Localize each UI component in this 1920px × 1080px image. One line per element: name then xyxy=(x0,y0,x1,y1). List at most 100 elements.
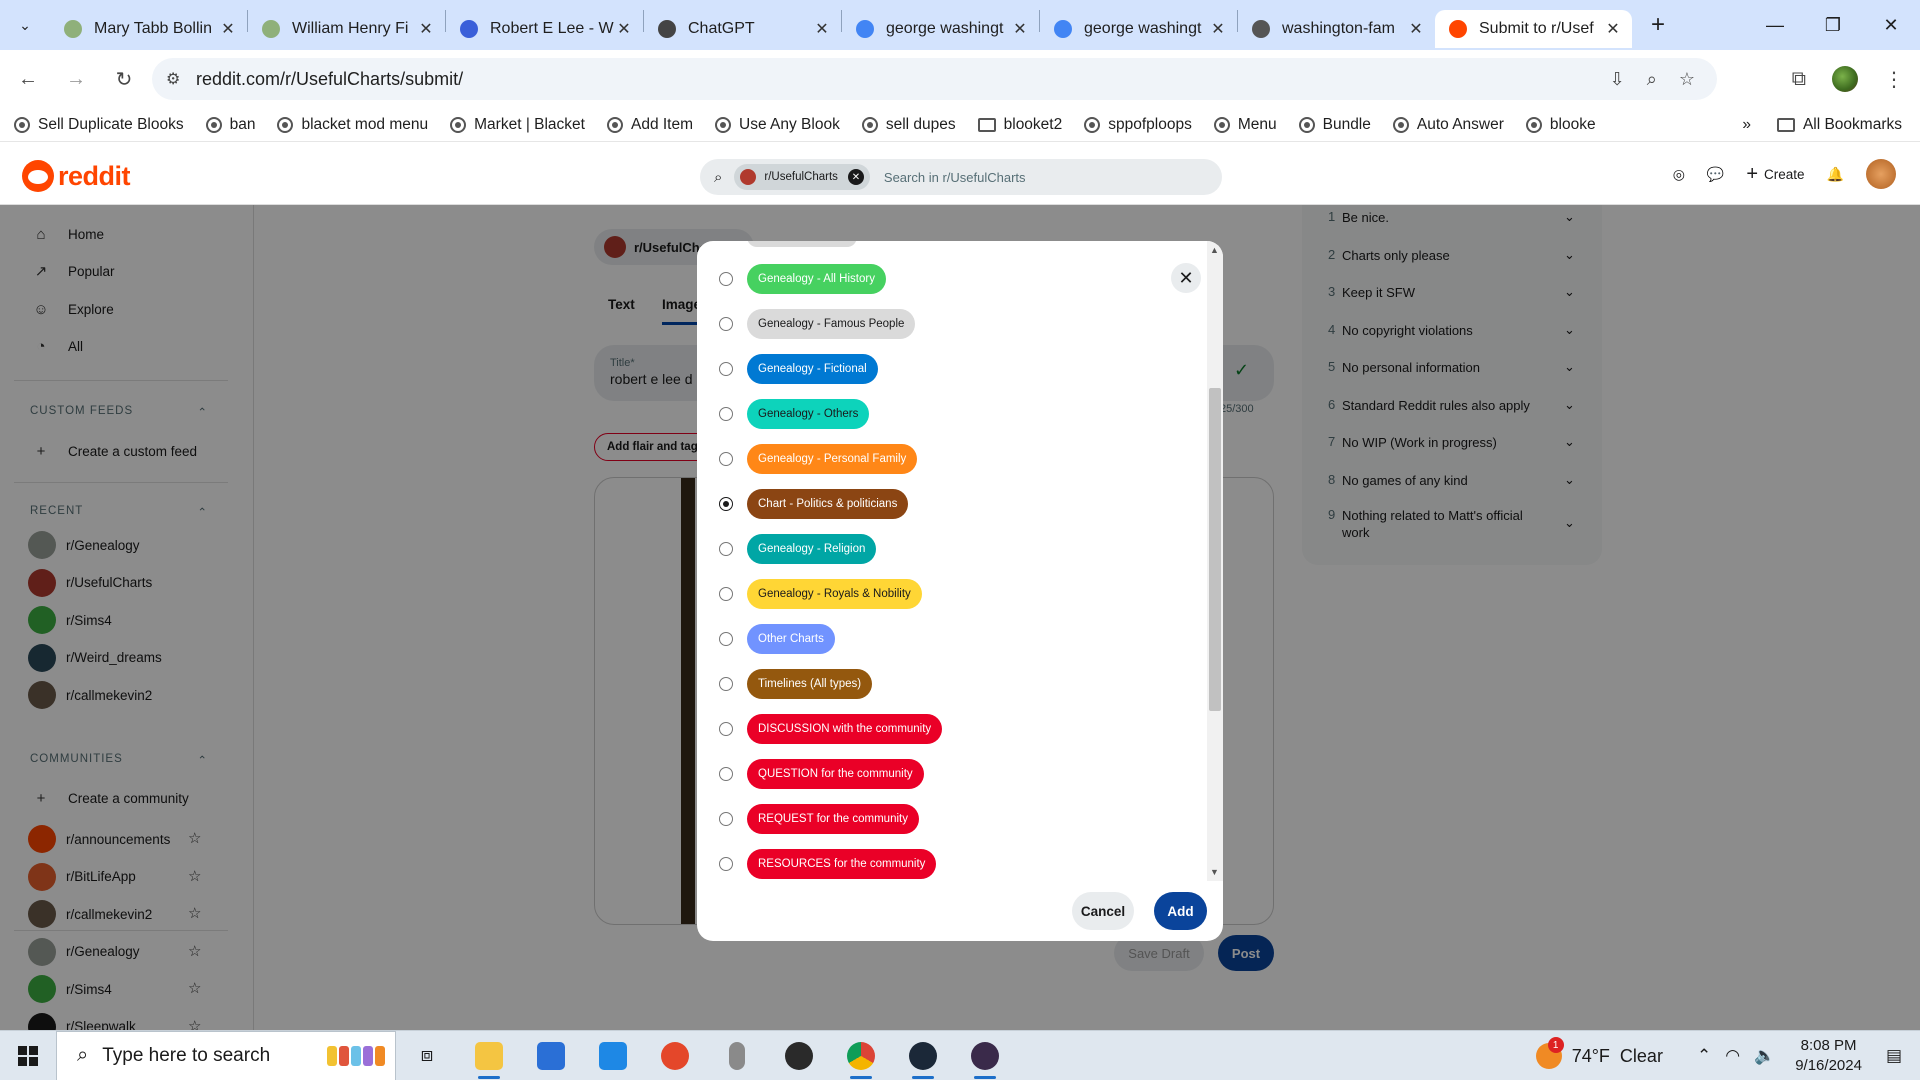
flair-option[interactable]: Timelines (All types) xyxy=(719,668,873,700)
search-community-chip[interactable]: r/UsefulCharts ✕ xyxy=(734,164,870,190)
flair-option[interactable]: QUESTION for the community xyxy=(719,758,924,790)
bookmark-item[interactable]: Bundle xyxy=(1298,116,1371,134)
search-input[interactable]: Search in r/UsefulCharts xyxy=(884,170,1026,185)
bookmark-item[interactable]: Use Any Blook xyxy=(715,116,840,134)
flair-option[interactable]: Genealogy - Religion xyxy=(719,533,877,565)
ads-icon[interactable]: ◎ xyxy=(1673,166,1685,183)
notifications-bell-icon[interactable]: 🔔 xyxy=(1827,166,1844,183)
flair-option[interactable]: Chart - Politics & politicians xyxy=(719,488,909,520)
browser-tab[interactable]: Mary Tabb Bollin ✕ xyxy=(50,10,247,48)
flair-radio[interactable] xyxy=(719,767,733,781)
flair-option[interactable]: REQUEST for the community xyxy=(719,803,919,835)
close-tab-icon[interactable]: ✕ xyxy=(1209,19,1227,39)
browser-tab[interactable]: ChatGPT ✕ xyxy=(644,10,841,48)
browser-tab[interactable]: Submit to r/Usef ✕ xyxy=(1435,10,1632,48)
add-button[interactable]: Add xyxy=(1154,892,1207,930)
bookmark-item[interactable]: Market | Blacket xyxy=(450,116,585,134)
close-tab-icon[interactable]: ✕ xyxy=(813,19,831,39)
task-view-icon[interactable]: ⧈ xyxy=(396,1031,458,1080)
ea-app-icon[interactable] xyxy=(644,1031,706,1080)
close-tab-icon[interactable]: ✕ xyxy=(1011,19,1029,39)
bookmark-item[interactable]: Menu xyxy=(1213,116,1277,134)
reload-button[interactable]: ↻ xyxy=(104,59,144,99)
flair-option[interactable]: Genealogy - Others xyxy=(719,398,870,430)
flair-radio[interactable] xyxy=(719,407,733,421)
wifi-icon[interactable]: ◠ xyxy=(1725,1046,1740,1066)
flair-radio[interactable] xyxy=(719,272,733,286)
bookmark-star-icon[interactable]: ☆ xyxy=(1679,69,1695,90)
scroll-down-icon[interactable]: ▼ xyxy=(1210,867,1219,877)
cancel-button[interactable]: Cancel xyxy=(1072,892,1134,930)
bookmark-item[interactable]: Sell Duplicate Blooks xyxy=(14,116,184,134)
flair-radio[interactable] xyxy=(719,632,733,646)
flair-radio[interactable] xyxy=(719,362,733,376)
close-tab-icon[interactable]: ✕ xyxy=(615,19,633,39)
flair-radio[interactable] xyxy=(719,857,733,871)
zoom-icon[interactable]: ⌕ xyxy=(1647,69,1657,90)
extensions-icon[interactable]: ⧉ xyxy=(1792,68,1806,91)
bookmark-item[interactable]: blooket2 xyxy=(977,116,1062,134)
weather-widget[interactable]: 1 74°F Clear xyxy=(1535,1037,1663,1069)
tab-search-button[interactable]: ⌄ xyxy=(8,8,42,42)
flair-option[interactable]: Genealogy - Fictional xyxy=(719,353,878,385)
address-bar[interactable]: ⚙ reddit.com/r/UsefulCharts/submit/ ⇩ ⌕ … xyxy=(152,58,1717,100)
browser-tab[interactable]: george washingt ✕ xyxy=(1040,10,1237,48)
install-app-icon[interactable]: ⇩ xyxy=(1610,69,1625,90)
minimize-button[interactable]: — xyxy=(1746,0,1804,50)
chat-icon[interactable]: 💬 xyxy=(1707,166,1724,183)
close-tab-icon[interactable]: ✕ xyxy=(1407,19,1425,39)
profile-avatar[interactable] xyxy=(1832,66,1858,92)
close-tab-icon[interactable]: ✕ xyxy=(417,19,435,39)
forward-button[interactable]: → xyxy=(56,59,96,99)
restore-button[interactable]: ❐ xyxy=(1804,0,1862,50)
notification-center-icon[interactable]: ▤ xyxy=(1886,1046,1902,1066)
all-bookmarks-button[interactable]: All Bookmarks xyxy=(1776,116,1902,134)
bookmark-item[interactable]: Add Item xyxy=(606,116,693,134)
flair-option[interactable]: DISCUSSION with the community xyxy=(719,713,943,745)
flair-radio[interactable] xyxy=(719,587,733,601)
mouse-app-icon[interactable] xyxy=(706,1031,768,1080)
reddit-logo[interactable]: reddit xyxy=(22,160,131,192)
flair-option[interactable]: Genealogy - Personal Family xyxy=(719,443,918,475)
browser-tab[interactable]: washington-fam ✕ xyxy=(1238,10,1435,48)
browser-tab[interactable]: Robert E Lee - W ✕ xyxy=(446,10,643,48)
user-avatar[interactable] xyxy=(1866,159,1896,189)
bookmark-item[interactable]: Auto Answer xyxy=(1392,116,1504,134)
flair-radio[interactable] xyxy=(719,812,733,826)
bookmark-item[interactable]: ban xyxy=(205,116,255,134)
flair-radio[interactable] xyxy=(719,317,733,331)
flair-option[interactable]: Genealogy - All History xyxy=(719,263,886,295)
bookmark-item[interactable]: blooke xyxy=(1525,116,1596,134)
more-bookmarks-icon[interactable]: » xyxy=(1742,116,1751,134)
store-icon[interactable] xyxy=(520,1031,582,1080)
browser-tab[interactable]: William Henry Fi ✕ xyxy=(248,10,445,48)
flair-radio[interactable] xyxy=(719,497,733,511)
bookmark-item[interactable]: blacket mod menu xyxy=(277,116,428,134)
flair-scrollbar[interactable]: ▲ ▼ xyxy=(1207,241,1223,881)
close-window-button[interactable]: ✕ xyxy=(1862,0,1920,50)
chevron-up-icon[interactable]: ⌃ xyxy=(1697,1046,1711,1066)
menu-kebab-icon[interactable]: ⋮ xyxy=(1884,67,1904,92)
scroll-thumb[interactable] xyxy=(1209,388,1221,711)
taskbar-search[interactable]: ⌕ Type here to search xyxy=(56,1030,396,1080)
close-modal-button[interactable]: ✕ xyxy=(1171,263,1201,293)
volume-icon[interactable]: 🔈 xyxy=(1754,1046,1775,1066)
flair-option[interactable]: Other Charts xyxy=(719,623,835,655)
close-tab-icon[interactable]: ✕ xyxy=(219,19,237,39)
close-tab-icon[interactable]: ✕ xyxy=(1604,19,1622,39)
start-button[interactable] xyxy=(0,1031,56,1080)
remove-chip-icon[interactable]: ✕ xyxy=(847,169,864,185)
create-button[interactable]: + Create xyxy=(1746,163,1804,186)
site-settings-icon[interactable]: ⚙ xyxy=(166,69,180,89)
mail-icon[interactable] xyxy=(582,1031,644,1080)
scroll-up-icon[interactable]: ▲ xyxy=(1210,245,1219,255)
flair-radio[interactable] xyxy=(719,542,733,556)
browser-tab[interactable]: george washingt ✕ xyxy=(842,10,1039,48)
bookmark-item[interactable]: sell dupes xyxy=(861,116,956,134)
flair-option[interactable]: Genealogy - Royals & Nobility xyxy=(719,578,922,610)
bookmark-item[interactable]: sppofploops xyxy=(1084,116,1192,134)
file-explorer-icon[interactable] xyxy=(458,1031,520,1080)
clock[interactable]: 8:08 PM 9/16/2024 xyxy=(1795,1036,1862,1076)
flair-radio[interactable] xyxy=(719,677,733,691)
flair-option[interactable]: RESOURCES for the community xyxy=(719,848,937,880)
